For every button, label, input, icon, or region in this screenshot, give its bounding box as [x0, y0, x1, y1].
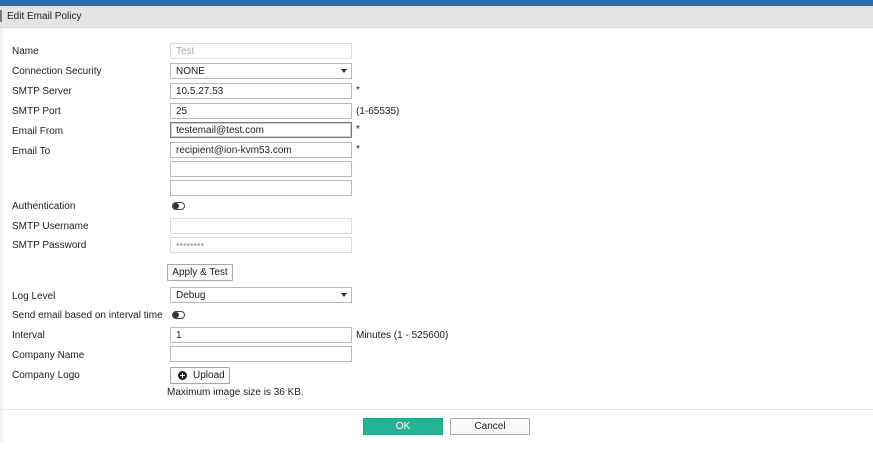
authentication-toggle[interactable]	[172, 202, 185, 210]
company-name-field[interactable]	[170, 346, 352, 362]
send-interval-label: Send email based on interval time	[12, 310, 163, 321]
email-to-field-2[interactable]	[170, 161, 352, 177]
name-field: Test	[170, 43, 352, 59]
interval-label: Interval	[12, 330, 45, 341]
send-interval-toggle[interactable]	[172, 311, 185, 319]
dialog-bottom-area	[0, 442, 873, 469]
email-to-field-3[interactable]	[170, 180, 352, 196]
dialog-title-bar: Edit Email Policy	[0, 6, 873, 28]
email-to-label: Email To	[12, 146, 51, 157]
company-logo-label: Company Logo	[12, 370, 80, 381]
connection-security-label: Connection Security	[12, 66, 102, 77]
smtp-port-field[interactable]: 25	[170, 103, 352, 119]
upload-button[interactable]: Upload	[170, 367, 230, 384]
footer-divider	[0, 409, 873, 410]
smtp-password-field: ••••••••	[170, 237, 352, 253]
chevron-down-icon	[341, 293, 347, 297]
dialog-body	[3, 28, 873, 469]
toggle-knob	[173, 312, 179, 318]
smtp-username-field	[170, 218, 352, 234]
connection-security-value: NONE	[176, 66, 205, 77]
connection-security-select[interactable]: NONE	[170, 63, 352, 79]
email-from-label: Email From	[12, 126, 64, 137]
upload-label: Upload	[193, 370, 225, 381]
smtp-port-label: SMTP Port	[12, 106, 61, 117]
smtp-server-required-mark: *	[356, 85, 360, 96]
toggle-knob	[173, 203, 179, 209]
log-level-value: Debug	[176, 290, 206, 301]
apply-test-button[interactable]: Apply & Test	[167, 264, 233, 281]
smtp-port-hint: (1-65535)	[356, 106, 400, 117]
title-bar-edge	[0, 10, 2, 22]
authentication-label: Authentication	[12, 201, 76, 212]
interval-hint: Minutes (1 - 525600)	[356, 330, 449, 341]
name-label: Name	[12, 46, 39, 57]
smtp-username-label: SMTP Username	[12, 221, 89, 232]
dialog-title: Edit Email Policy	[7, 11, 82, 22]
plus-circle-icon	[178, 371, 187, 380]
interval-field[interactable]: 1	[170, 327, 352, 343]
email-from-required-mark: *	[356, 124, 360, 135]
company-name-label: Company Name	[12, 350, 85, 361]
ok-button[interactable]: OK	[363, 418, 443, 435]
logo-size-note: Maximum image size is 36 KB.	[167, 387, 304, 398]
log-level-select[interactable]: Debug	[170, 287, 352, 303]
smtp-server-label: SMTP Server	[12, 86, 72, 97]
smtp-password-label: SMTP Password	[12, 240, 87, 251]
email-to-required-mark: *	[356, 144, 360, 155]
log-level-label: Log Level	[12, 291, 56, 302]
email-to-field[interactable]: recipient@ion-kvm53.com	[170, 142, 352, 158]
chevron-down-icon	[341, 69, 347, 73]
smtp-server-field[interactable]: 10.5.27.53	[170, 83, 352, 99]
email-from-field[interactable]: testemail@test.com	[170, 122, 352, 138]
cancel-button[interactable]: Cancel	[450, 418, 530, 435]
